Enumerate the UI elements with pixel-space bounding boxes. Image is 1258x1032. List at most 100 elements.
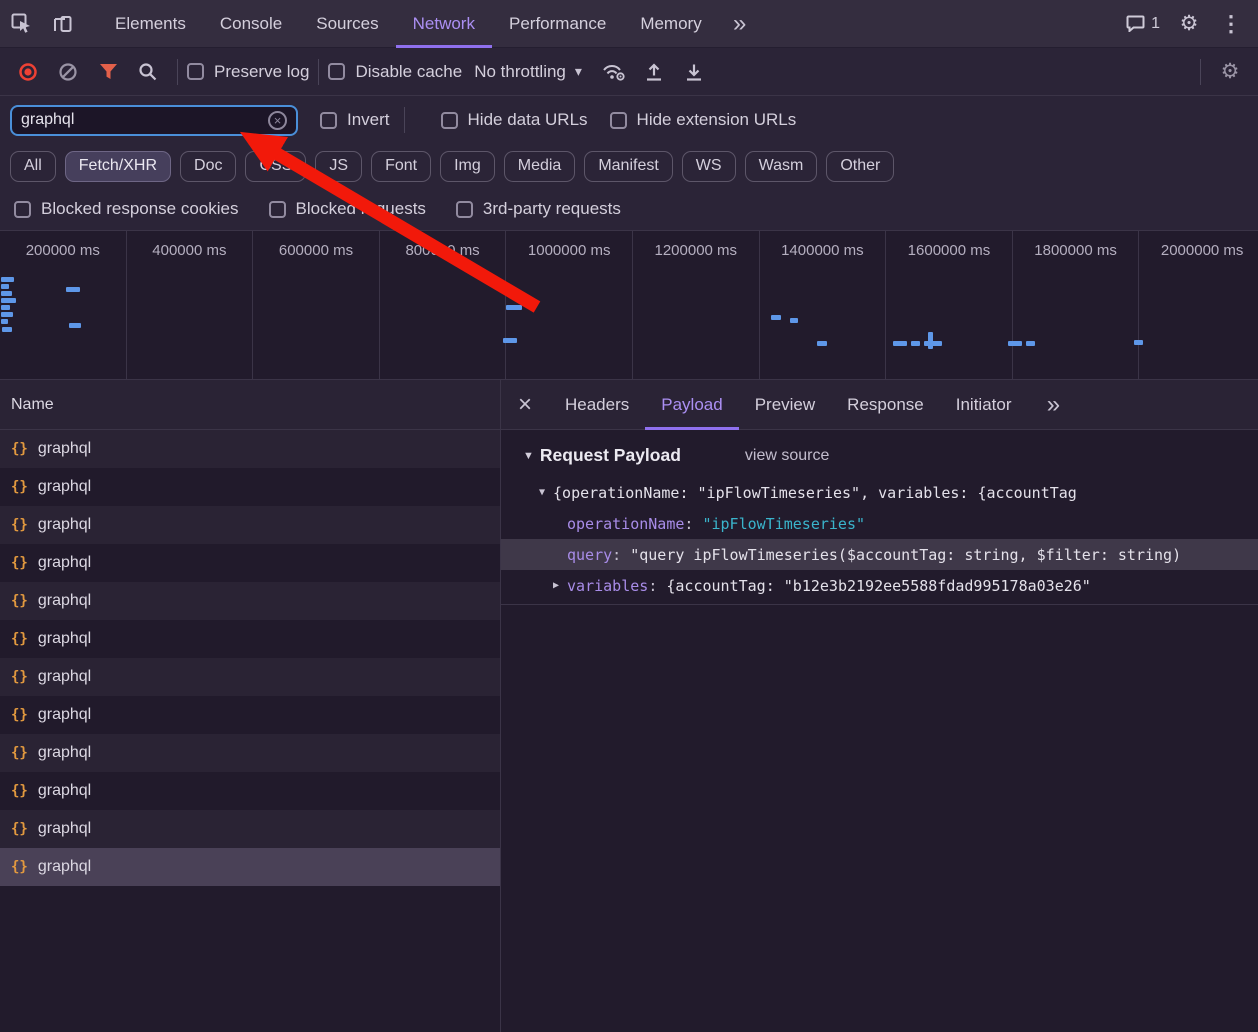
type-filter-chip[interactable]: Media (504, 151, 576, 182)
option-checkbox[interactable] (456, 201, 473, 218)
request-row[interactable]: {} graphql (0, 544, 500, 582)
preserve-log-control[interactable]: Preserve log (187, 62, 309, 82)
request-row[interactable]: {} graphql (0, 848, 500, 886)
view-source-link[interactable]: view source (745, 447, 829, 465)
request-row[interactable]: {} graphql (0, 696, 500, 734)
request-row[interactable]: {} graphql (0, 772, 500, 810)
import-har-button[interactable] (634, 52, 674, 92)
option-control[interactable]: 3rd-party requests (456, 199, 621, 219)
upload-icon (644, 62, 664, 82)
record-button[interactable] (8, 52, 48, 92)
filter-input[interactable] (21, 111, 268, 129)
inspect-cursor-icon (11, 13, 32, 34)
issues-button[interactable]: 1 (1118, 15, 1168, 33)
inspect-element-button[interactable] (0, 0, 42, 48)
option-control[interactable]: Blocked response cookies (14, 199, 239, 219)
disclosure-icon[interactable]: ▶ (553, 580, 559, 591)
close-details-button[interactable]: × (501, 380, 549, 430)
request-row[interactable]: {} graphql (0, 582, 500, 620)
type-filter-chip[interactable]: Manifest (584, 151, 672, 182)
type-filter-chip[interactable]: Other (826, 151, 894, 182)
detail-tab[interactable]: Headers (549, 380, 645, 430)
type-filter-chip[interactable]: JS (315, 151, 362, 182)
more-panels-button[interactable]: » (719, 0, 761, 48)
timeline-bar (817, 341, 827, 346)
filter-input-wrapper[interactable]: × (10, 105, 298, 136)
invert-checkbox[interactable] (320, 112, 337, 129)
network-overview-timeline[interactable]: 200000 ms400000 ms600000 ms800000 ms1000… (0, 230, 1258, 380)
throttling-value: No throttling (474, 62, 566, 82)
record-icon (18, 62, 38, 82)
request-name: graphql (38, 668, 91, 686)
detail-tab[interactable]: Preview (739, 380, 831, 430)
filter-toggle-button[interactable] (88, 52, 128, 92)
section-disclosure-icon[interactable]: ▼ (523, 450, 534, 462)
throttling-select[interactable]: No throttling ▾ (462, 62, 594, 82)
type-filter-chip[interactable]: WS (682, 151, 736, 182)
request-name: graphql (38, 516, 91, 534)
request-row[interactable]: {} graphql (0, 506, 500, 544)
timeline-bar (893, 341, 907, 346)
main-tab[interactable]: Network (396, 0, 492, 48)
caret-down-icon: ▾ (575, 63, 582, 80)
device-toolbar-button[interactable] (42, 0, 84, 48)
main-tab[interactable]: Memory (623, 0, 718, 48)
type-filter-chip[interactable]: Img (440, 151, 495, 182)
type-filter-chip[interactable]: All (10, 151, 56, 182)
request-row[interactable]: {} graphql (0, 810, 500, 848)
type-filter-chip[interactable]: Font (371, 151, 431, 182)
hide-extension-urls-control[interactable]: Hide extension URLs (610, 110, 797, 130)
more-detail-tabs-button[interactable]: » (1027, 381, 1069, 429)
settings-button[interactable]: ⚙ (1168, 0, 1210, 48)
toolbar-divider (1200, 59, 1201, 85)
type-filter-chip[interactable]: CSS (245, 151, 306, 182)
devtools-menu-button[interactable]: ⋮ (1210, 0, 1252, 48)
main-tab[interactable]: Console (203, 0, 299, 48)
type-filter-chip[interactable]: Fetch/XHR (65, 151, 171, 182)
detail-tab[interactable]: Initiator (940, 380, 1028, 430)
clear-filter-icon[interactable]: × (268, 111, 287, 130)
disable-cache-control[interactable]: Disable cache (328, 62, 462, 82)
payload-line[interactable]: ▶ variables {accountTag: "b12e3b2192ee55… (501, 570, 1258, 601)
request-row[interactable]: {} graphql (0, 468, 500, 506)
request-row[interactable]: {} graphql (0, 430, 500, 468)
request-row[interactable]: {} graphql (0, 658, 500, 696)
payload-line[interactable]: query "query ipFlowTimeseries($accountTa… (501, 539, 1258, 570)
json-braces-icon: {} (11, 745, 28, 761)
hide-data-urls-checkbox[interactable] (441, 112, 458, 129)
request-row[interactable]: {} graphql (0, 734, 500, 772)
clear-button[interactable] (48, 52, 88, 92)
invert-control[interactable]: Invert (320, 110, 390, 130)
preserve-log-label: Preserve log (214, 62, 309, 82)
option-control[interactable]: Blocked requests (269, 199, 426, 219)
option-label: Blocked requests (296, 199, 426, 219)
payload-line[interactable]: operationName "ipFlowTimeseries" (501, 508, 1258, 539)
main-tab[interactable]: Performance (492, 0, 623, 48)
timeline-bar (1026, 341, 1035, 346)
type-filter-chip[interactable]: Wasm (745, 151, 818, 182)
disable-cache-checkbox[interactable] (328, 63, 345, 80)
payload-line[interactable]: ▼ {operationName: "ipFlowTimeseries", va… (501, 477, 1258, 508)
option-checkbox[interactable] (269, 201, 286, 218)
detail-tab[interactable]: Response (831, 380, 940, 430)
request-payload-header[interactable]: ▼ Request Payload view source (501, 445, 1258, 466)
timeline-bar (928, 332, 933, 349)
main-tab[interactable]: Sources (299, 0, 395, 48)
network-conditions-button[interactable] (594, 52, 634, 92)
export-har-button[interactable] (674, 52, 714, 92)
name-column-header[interactable]: Name (0, 380, 500, 430)
request-row[interactable]: {} graphql (0, 620, 500, 658)
hide-data-urls-control[interactable]: Hide data URLs (441, 110, 588, 130)
hide-extension-urls-checkbox[interactable] (610, 112, 627, 129)
disclosure-icon[interactable]: ▼ (539, 487, 545, 498)
request-list: {} graphql {} graphql {} graphql {} (0, 430, 500, 886)
preserve-log-checkbox[interactable] (187, 63, 204, 80)
detail-tab[interactable]: Payload (645, 380, 738, 430)
option-checkbox[interactable] (14, 201, 31, 218)
network-settings-button[interactable]: ⚙ (1210, 52, 1250, 92)
search-button[interactable] (128, 52, 168, 92)
main-tab[interactable]: Elements (98, 0, 203, 48)
timeline-bar (911, 341, 920, 346)
disable-cache-label: Disable cache (355, 62, 462, 82)
type-filter-chip[interactable]: Doc (180, 151, 236, 182)
